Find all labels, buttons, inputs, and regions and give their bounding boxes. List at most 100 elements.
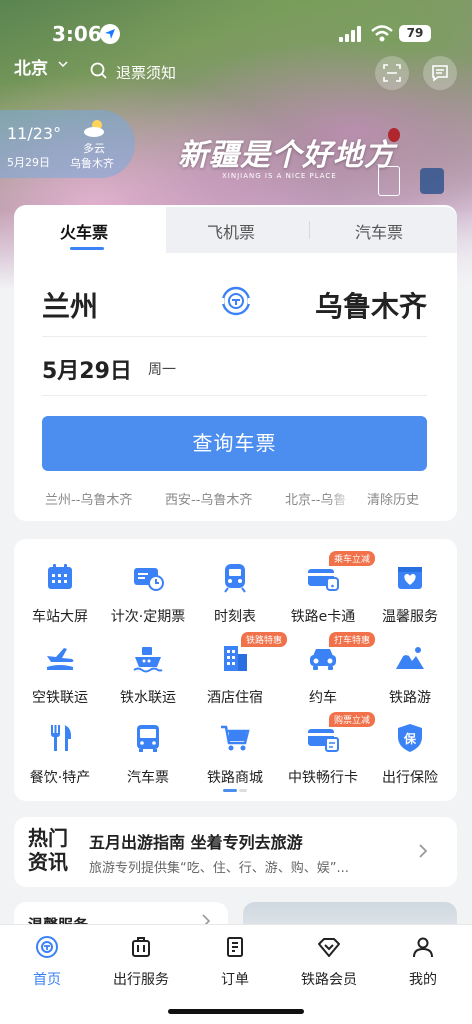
nav-label: 铁路会员 bbox=[301, 972, 357, 988]
history-item[interactable]: 兰州--乌鲁木齐 bbox=[45, 489, 132, 508]
service-air-rail[interactable]: 空铁联运 bbox=[16, 640, 104, 714]
weather-city: 乌鲁木齐 bbox=[70, 157, 114, 170]
history-item[interactable]: 北京--乌鲁 bbox=[285, 489, 355, 508]
cloud-sun-icon bbox=[84, 120, 104, 137]
status-bar: 3:06 79 bbox=[0, 18, 472, 52]
booking-card: 火车票 飞机票 汽车票 兰州 乌鲁木齐 5月29日 周一 查询车票 兰州--乌鲁… bbox=[14, 205, 457, 521]
service-railway-ecard[interactable]: 乘车立减 铁路e卡通 bbox=[279, 551, 376, 633]
service-mall[interactable]: 铁路商城 bbox=[191, 720, 279, 794]
service-insurance[interactable]: 保 出行保险 bbox=[366, 720, 454, 794]
chevron-down-icon[interactable] bbox=[58, 61, 68, 68]
wifi-icon bbox=[371, 25, 393, 42]
search-hint[interactable]: 退票须知 bbox=[116, 62, 176, 83]
service-label: 约车 bbox=[309, 690, 337, 706]
hot-news-badge: 热门 资讯 bbox=[28, 826, 72, 874]
hotel-icon bbox=[224, 646, 247, 671]
search-tickets-button[interactable]: 查询车票 bbox=[42, 416, 427, 471]
order-icon bbox=[227, 937, 243, 957]
divider bbox=[42, 336, 427, 337]
plane-train-icon bbox=[47, 648, 74, 670]
search-icon bbox=[90, 62, 107, 79]
arrival-station[interactable]: 乌鲁木齐 bbox=[315, 285, 427, 325]
weather-condition: 多云 bbox=[83, 142, 105, 155]
car-icon bbox=[310, 649, 336, 670]
service-label: 铁水联运 bbox=[120, 690, 176, 706]
service-hotel[interactable]: 铁路特惠 酒店住宿 bbox=[191, 632, 288, 714]
service-station-screen[interactable]: 车站大屏 bbox=[16, 559, 104, 633]
battery-indicator: 79 bbox=[399, 25, 431, 42]
departure-date[interactable]: 5月29日 bbox=[42, 353, 132, 385]
diamond-icon bbox=[318, 938, 340, 957]
heart-service-icon bbox=[398, 567, 422, 589]
service-timetable[interactable]: 时刻表 bbox=[191, 559, 279, 633]
hot-news-badge-line: 资讯 bbox=[28, 850, 68, 874]
service-label: 铁路游 bbox=[389, 690, 431, 706]
service-label: 空铁联运 bbox=[32, 690, 88, 706]
swap-stations-icon[interactable] bbox=[218, 283, 254, 319]
service-label: 中铁畅行卡 bbox=[288, 770, 358, 786]
departure-station[interactable]: 兰州 bbox=[42, 285, 98, 325]
divider bbox=[42, 395, 427, 396]
service-dining[interactable]: 餐饮·特产 bbox=[16, 720, 104, 794]
tab-bus[interactable]: 汽车票 bbox=[355, 219, 403, 243]
service-label: 计次·定期票 bbox=[110, 609, 186, 625]
services-grid: 车站大屏 计次·定期票 时刻表 乘车立减 铁路e卡通 温馨服务 空铁联运 铁水联… bbox=[14, 539, 457, 801]
clear-history-button[interactable]: 清除历史 bbox=[367, 489, 419, 508]
service-ride[interactable]: 打车特惠 约车 bbox=[279, 632, 376, 714]
ship-icon bbox=[133, 647, 163, 673]
message-button[interactable] bbox=[423, 56, 457, 90]
service-label: 温馨服务 bbox=[382, 609, 438, 625]
weather-widget[interactable]: 11/23° 5月29日 多云 乌鲁木齐 bbox=[0, 110, 135, 178]
service-label: 餐饮·特产 bbox=[29, 770, 91, 786]
nav-home[interactable]: 首页 bbox=[0, 931, 94, 991]
history-item[interactable]: 西安--乌鲁木齐 bbox=[165, 489, 252, 508]
top-bar: 北京 退票须知 bbox=[0, 52, 472, 92]
nav-travel-services[interactable]: 出行服务 bbox=[94, 931, 188, 991]
nav-label: 我的 bbox=[409, 972, 437, 988]
banner-logo-icon bbox=[420, 168, 444, 194]
departure-weekday: 周一 bbox=[148, 362, 176, 378]
banner-title: 新疆是个好地方 bbox=[178, 138, 395, 173]
hot-news-card[interactable]: 热门 资讯 五月出游指南 坐着专列去旅游 旅游专列提供集“吃、住、行、游、购、娱… bbox=[14, 817, 457, 887]
active-tab-indicator bbox=[70, 247, 104, 250]
city-selector[interactable]: 北京 bbox=[14, 54, 48, 79]
tab-train[interactable]: 火车票 bbox=[60, 219, 108, 243]
scan-button[interactable] bbox=[375, 56, 409, 90]
service-periodic-ticket[interactable]: 计次·定期票 bbox=[104, 559, 192, 633]
fork-knife-icon bbox=[51, 725, 71, 751]
railway-card-icon bbox=[308, 569, 339, 591]
service-bus-ticket[interactable]: 汽车票 bbox=[104, 720, 192, 794]
location-arrow-icon bbox=[100, 24, 120, 44]
nav-label: 出行服务 bbox=[113, 972, 169, 988]
status-time: 3:06 bbox=[52, 22, 102, 46]
nav-membership[interactable]: 铁路会员 bbox=[282, 931, 376, 991]
luggage-icon bbox=[132, 937, 150, 957]
service-railway-travel[interactable]: 铁路游 bbox=[366, 640, 454, 714]
cart-icon bbox=[221, 725, 250, 751]
service-warm[interactable]: 温馨服务 bbox=[366, 559, 454, 633]
service-label: 出行保险 bbox=[382, 770, 438, 786]
mountain-icon bbox=[396, 647, 424, 669]
service-label: 铁路e卡通 bbox=[290, 609, 356, 625]
chevron-right-icon bbox=[419, 844, 428, 858]
news-title: 五月出游指南 坐着专列去旅游 bbox=[89, 833, 303, 852]
service-rail-sea[interactable]: 铁水联运 bbox=[104, 640, 192, 714]
train-icon bbox=[224, 564, 246, 593]
page-dot bbox=[239, 789, 247, 792]
card-icon bbox=[308, 729, 339, 752]
nav-profile[interactable]: 我的 bbox=[376, 931, 470, 991]
service-travel-card[interactable]: 购票立减 中铁畅行卡 bbox=[279, 712, 376, 794]
service-label: 酒店住宿 bbox=[207, 690, 263, 706]
nav-label: 首页 bbox=[33, 972, 61, 988]
tab-flight[interactable]: 飞机票 bbox=[207, 219, 255, 243]
nav-orders[interactable]: 订单 bbox=[188, 931, 282, 991]
ticket-clock-icon bbox=[134, 568, 164, 591]
hot-news-badge-line: 热门 bbox=[28, 826, 68, 850]
banner-logo-icon bbox=[378, 166, 400, 196]
svg-text:保: 保 bbox=[403, 731, 417, 746]
station-screen-icon bbox=[48, 564, 72, 589]
bottom-navigation: 首页 出行服务 订单 铁路会员 我的 bbox=[0, 924, 472, 1024]
ticket-tabs: 火车票 飞机票 汽车票 bbox=[14, 205, 457, 253]
tab-divider bbox=[309, 221, 310, 239]
home-indicator[interactable] bbox=[168, 1009, 304, 1014]
